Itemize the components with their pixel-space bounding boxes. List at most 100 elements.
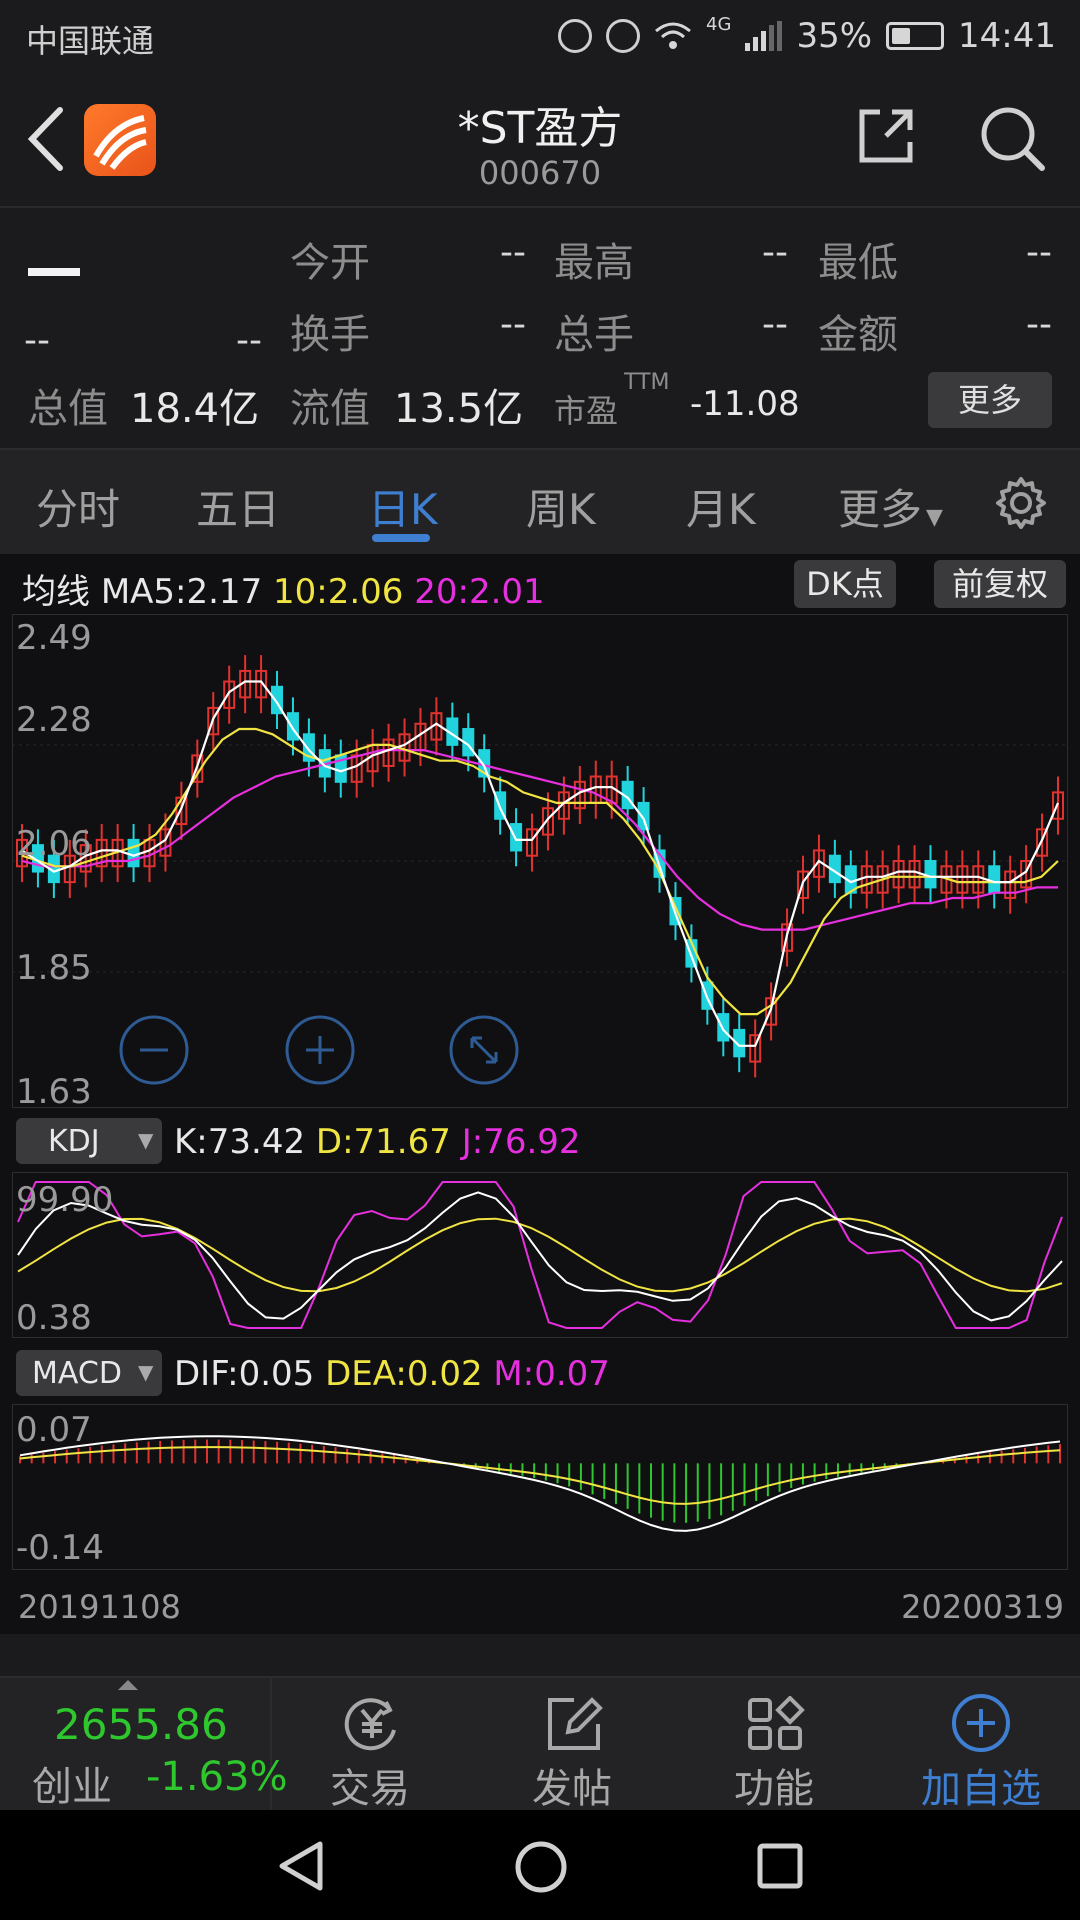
ma5-value: MA5:2.17 xyxy=(100,572,263,612)
system-home-icon[interactable] xyxy=(514,1840,568,1894)
candle-body xyxy=(988,865,1001,894)
functions-label: 功能 xyxy=(734,1766,814,1812)
price-placeholder xyxy=(28,268,80,276)
ma-legend: 均线 MA5:2.17 10:2.06 20:2.01 xyxy=(22,564,545,613)
kdj-legend: K:73.42 D:71.67 J:76.92 xyxy=(174,1122,581,1162)
low-value: -- xyxy=(1026,232,1052,273)
data-saver-icon xyxy=(558,19,593,53)
kdj-selector-label: KDJ xyxy=(48,1124,100,1159)
candle-body xyxy=(924,860,937,889)
status-right: 4G 35% 14:41 xyxy=(558,13,1056,56)
ma-legend-prefix: 均线 xyxy=(22,572,90,612)
add-watchlist-button[interactable]: 加自选 xyxy=(896,1678,1066,1812)
tab-more[interactable]: 更多 ▼ xyxy=(838,476,943,537)
macd-selector[interactable]: MACD ▼ xyxy=(16,1350,162,1396)
chart-area: 均线 MA5:2.17 10:2.06 20:2.01 DK点 前复权 2.49… xyxy=(0,554,1080,1634)
candle-body xyxy=(510,823,523,852)
candle-body xyxy=(637,801,650,831)
index-value: 2655.86 xyxy=(54,1700,228,1749)
add-watchlist-label: 加自选 xyxy=(921,1766,1041,1812)
battery-icon xyxy=(886,22,945,50)
system-back-icon[interactable] xyxy=(276,1840,326,1892)
low-label: 最低 xyxy=(818,240,898,286)
high-value: -- xyxy=(762,232,788,273)
trade-label: 交易 xyxy=(330,1766,410,1812)
functions-button[interactable]: 功能 xyxy=(694,1678,854,1812)
network-type: 4G xyxy=(706,13,732,35)
tab-intraday[interactable]: 分时 xyxy=(36,476,120,537)
ma5-line xyxy=(21,680,1060,1047)
amount-value: -- xyxy=(1026,304,1052,345)
more-info-button[interactable]: 更多 xyxy=(928,372,1052,428)
pe-value: -11.08 xyxy=(690,384,800,424)
y-tick-bottom: 1.63 xyxy=(16,1072,92,1112)
ma20-value: 20:2.01 xyxy=(414,572,545,612)
dropdown-arrow-icon: ▼ xyxy=(138,1128,154,1152)
kdj-chart[interactable] xyxy=(12,1172,1068,1338)
macd-dea-line xyxy=(19,1446,1061,1505)
macd-y-tick-bottom: -0.14 xyxy=(16,1528,104,1568)
macd-legend: DIF:0.05 DEA:0.02 M:0.07 xyxy=(174,1354,610,1394)
tab-more-label: 更多 xyxy=(838,485,923,534)
candle-body xyxy=(286,712,299,741)
high-label: 最高 xyxy=(554,240,634,286)
adjust-price-button[interactable]: 前复权 xyxy=(934,560,1066,608)
trade-button[interactable]: 交易 xyxy=(290,1678,450,1812)
search-icon[interactable] xyxy=(978,104,1046,172)
post-button[interactable]: 发帖 xyxy=(492,1678,652,1812)
kdj-d-value: D:71.67 xyxy=(315,1122,451,1162)
active-tab-indicator xyxy=(372,534,430,542)
tab-monthly-k[interactable]: 月K xyxy=(686,476,756,537)
pe-superscript: TTM xyxy=(624,370,670,395)
grid-apps-icon xyxy=(748,1696,805,1750)
kdj-y-tick-bottom: 0.38 xyxy=(16,1298,92,1338)
macd-dif-value: DIF:0.05 xyxy=(174,1354,315,1394)
zoom-in-icon[interactable] xyxy=(284,1014,356,1086)
candle-body xyxy=(127,838,140,868)
tab-daily-k[interactable]: 日K xyxy=(368,476,438,537)
kdj-selector[interactable]: KDJ ▼ xyxy=(16,1118,162,1164)
ma10-value: 10:2.06 xyxy=(273,572,404,612)
settings-gear-icon[interactable] xyxy=(994,476,1048,530)
period-tabs: 分时 五日 日K 周K 月K 更多 ▼ xyxy=(0,448,1080,556)
index-ticker[interactable]: 2655.86 创业 -1.63% xyxy=(0,1678,288,1812)
macd-dea-value: DEA:0.02 xyxy=(325,1354,483,1394)
macd-selector-label: MACD xyxy=(32,1356,122,1391)
turnover-value: -- xyxy=(500,304,526,345)
dropdown-arrow-icon: ▼ xyxy=(138,1360,154,1384)
price-change-pct: -- xyxy=(236,320,262,361)
tab-weekly-k[interactable]: 周K xyxy=(526,476,596,537)
open-value: -- xyxy=(500,232,526,273)
kdj-k-value: K:73.42 xyxy=(174,1122,306,1162)
stock-header: *ST盈方 000670 xyxy=(0,76,1080,208)
pe-label: 市盈 xyxy=(554,392,619,430)
trade-yuan-icon xyxy=(344,1698,396,1751)
stock-name: *ST盈方 xyxy=(457,103,623,154)
candle-body xyxy=(717,1013,730,1042)
dk-point-button[interactable]: DK点 xyxy=(794,560,896,608)
system-recents-icon[interactable] xyxy=(756,1842,804,1890)
alarm-icon xyxy=(606,19,641,53)
expand-up-icon xyxy=(118,1680,138,1690)
ma20-line xyxy=(21,749,1058,931)
price-change: -- xyxy=(24,320,50,361)
date-end: 20200319 xyxy=(901,1588,1064,1626)
zoom-out-icon[interactable] xyxy=(118,1014,190,1086)
open-label: 今开 xyxy=(290,240,370,286)
tab-five-day[interactable]: 五日 xyxy=(196,476,280,537)
float-label: 流值 xyxy=(290,386,370,432)
add-circle-icon xyxy=(952,1694,1010,1752)
mktcap-value: 18.4亿 xyxy=(130,386,260,432)
macd-chart[interactable] xyxy=(12,1404,1068,1570)
share-icon[interactable] xyxy=(856,106,916,166)
quote-panel: -- -- 今开 -- 最高 -- 最低 -- 换手 -- 总手 -- 金额 -… xyxy=(0,208,1080,448)
stock-code: 000670 xyxy=(478,154,602,192)
fullscreen-icon[interactable] xyxy=(448,1014,520,1086)
edit-pencil-icon xyxy=(548,1697,603,1750)
wifi-icon xyxy=(655,22,691,49)
y-tick-top: 2.49 xyxy=(16,618,92,658)
index-name: 创业 xyxy=(32,1764,112,1810)
volume-value: -- xyxy=(762,304,788,345)
post-label: 发帖 xyxy=(532,1766,612,1812)
date-start: 20191108 xyxy=(18,1588,181,1626)
